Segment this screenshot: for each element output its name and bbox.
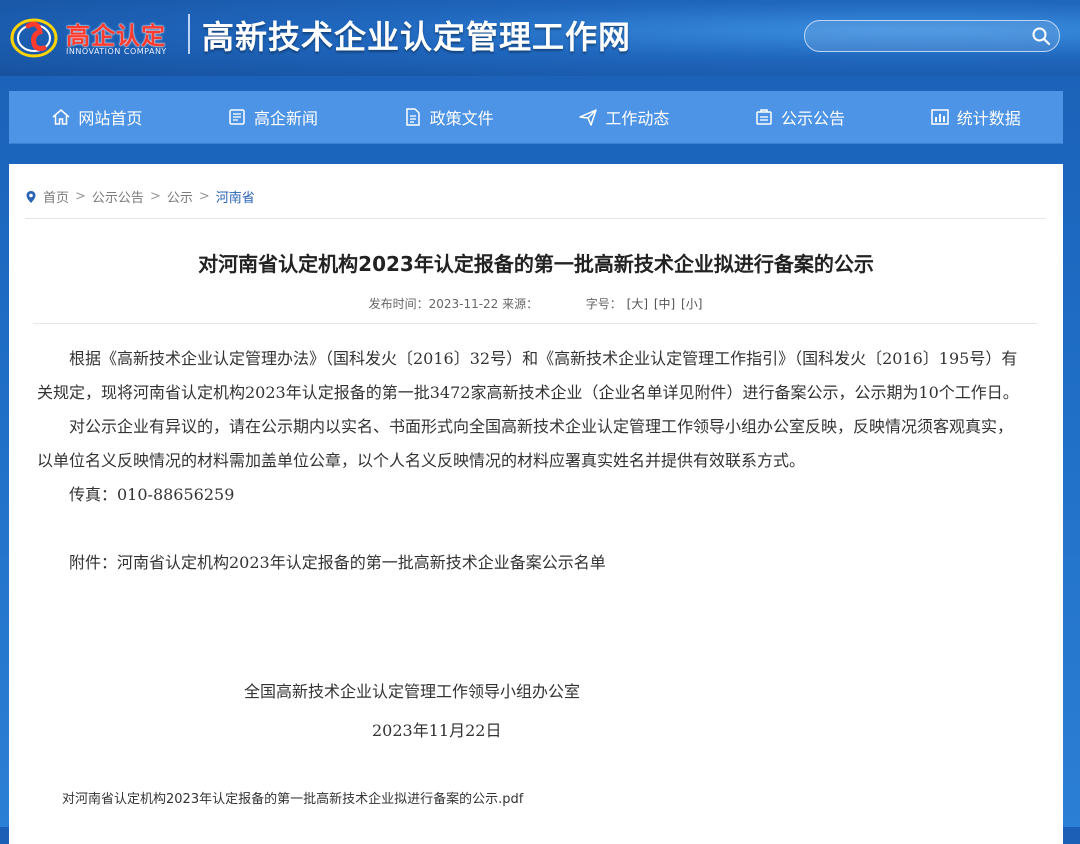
nav-item-notices[interactable]: 公示公告 [712,91,888,143]
fax-line: 传真：010-88656259 [69,485,235,504]
send-icon [579,109,598,126]
nav-item-policy[interactable]: 政策文件 [360,91,536,143]
breadcrumb-notices[interactable]: 公示公告 [92,187,144,206]
notice-icon [756,109,772,125]
news-icon [229,109,245,125]
logo-mark-icon [10,18,58,58]
font-size-label: 字号： [585,297,622,311]
logo-text: 高企认定 [66,22,166,50]
search-input[interactable] [819,26,1023,48]
paragraph: 根据《高新技术企业认定管理办法》（国科发火〔2016〕32号）和《高新技术企业认… [37,349,1019,402]
article-body: 根据《高新技术企业认定管理办法》（国科发火〔2016〕32号）和《高新技术企业认… [37,342,1027,580]
article-meta: 发布时间：2023-11-22 来源： 字号： [大] [中] [小] [9,295,1063,312]
divider [33,323,1037,324]
article-title: 对河南省认定机构2023年认定报备的第一批高新技术企业拟进行备案的公示 [198,252,874,276]
home-icon [52,109,70,125]
search-icon[interactable] [1031,26,1051,46]
chart-icon [930,109,949,125]
main-nav: 网站首页 高企新闻 政策文件 工作动态 公示公告 统计数据 [9,91,1063,144]
nav-item-label: 统计数据 [956,109,1021,128]
attachment-file-link[interactable]: 对河南省认定机构2023年认定报备的第一批高新技术企业拟进行备案的公示.pdf [62,788,523,807]
nav-item-label: 政策文件 [429,109,494,128]
nav-item-updates[interactable]: 工作动态 [536,91,712,143]
breadcrumb: 首页 > 公示公告 > 公示 > 河南省 [25,187,255,206]
divider [25,218,1045,219]
paragraph: 对公示企业有异议的，请在公示期内以实名、书面形式向全国高新技术企业认定管理工作领… [37,417,1014,470]
logo-subtext: INNOVATION COMPANY [66,47,167,56]
breadcrumb-public[interactable]: 公示 [167,187,193,206]
document-icon [405,108,420,126]
site-title: 高新技术企业认定管理工作网 [202,18,632,56]
nav-item-label: 工作动态 [605,109,670,128]
article-panel: 首页 > 公示公告 > 公示 > 河南省 对河南省认定机构2023年认定报备的第… [9,164,1063,844]
publish-info: 发布时间：2023-11-22 来源： [368,297,539,311]
breadcrumb-home[interactable]: 首页 [43,187,69,206]
nav-item-home[interactable]: 网站首页 [9,91,185,143]
breadcrumb-current[interactable]: 河南省 [216,187,255,206]
font-size-large-button[interactable]: [大] [627,297,648,311]
signature-date: 2023年11月22日 [372,721,502,740]
logo-divider [188,14,190,54]
breadcrumb-separator: > [75,189,86,204]
attachment-line: 附件：河南省认定机构2023年认定报备的第一批高新技术企业备案公示名单 [69,553,606,572]
nav-item-label: 公示公告 [781,109,846,128]
signature: 全国高新技术企业认定管理工作领导小组办公室 [244,682,581,701]
breadcrumb-separator: > [149,189,161,204]
site-header: 高企认定 INNOVATION COMPANY 高新技术企业认定管理工作网 [0,0,1080,76]
search-box [804,20,1060,52]
site-logo[interactable]: 高企认定 INNOVATION COMPANY [10,10,180,62]
nav-item-news[interactable]: 高企新闻 [185,91,361,143]
nav-item-statistics[interactable]: 统计数据 [887,91,1063,143]
font-size-medium-button[interactable]: [中] [654,297,675,311]
nav-item-label: 高企新闻 [254,109,319,128]
nav-item-label: 网站首页 [78,109,143,128]
breadcrumb-separator: > [198,189,210,204]
location-pin-icon [26,190,36,203]
font-size-small-button[interactable]: [小] [681,297,702,311]
